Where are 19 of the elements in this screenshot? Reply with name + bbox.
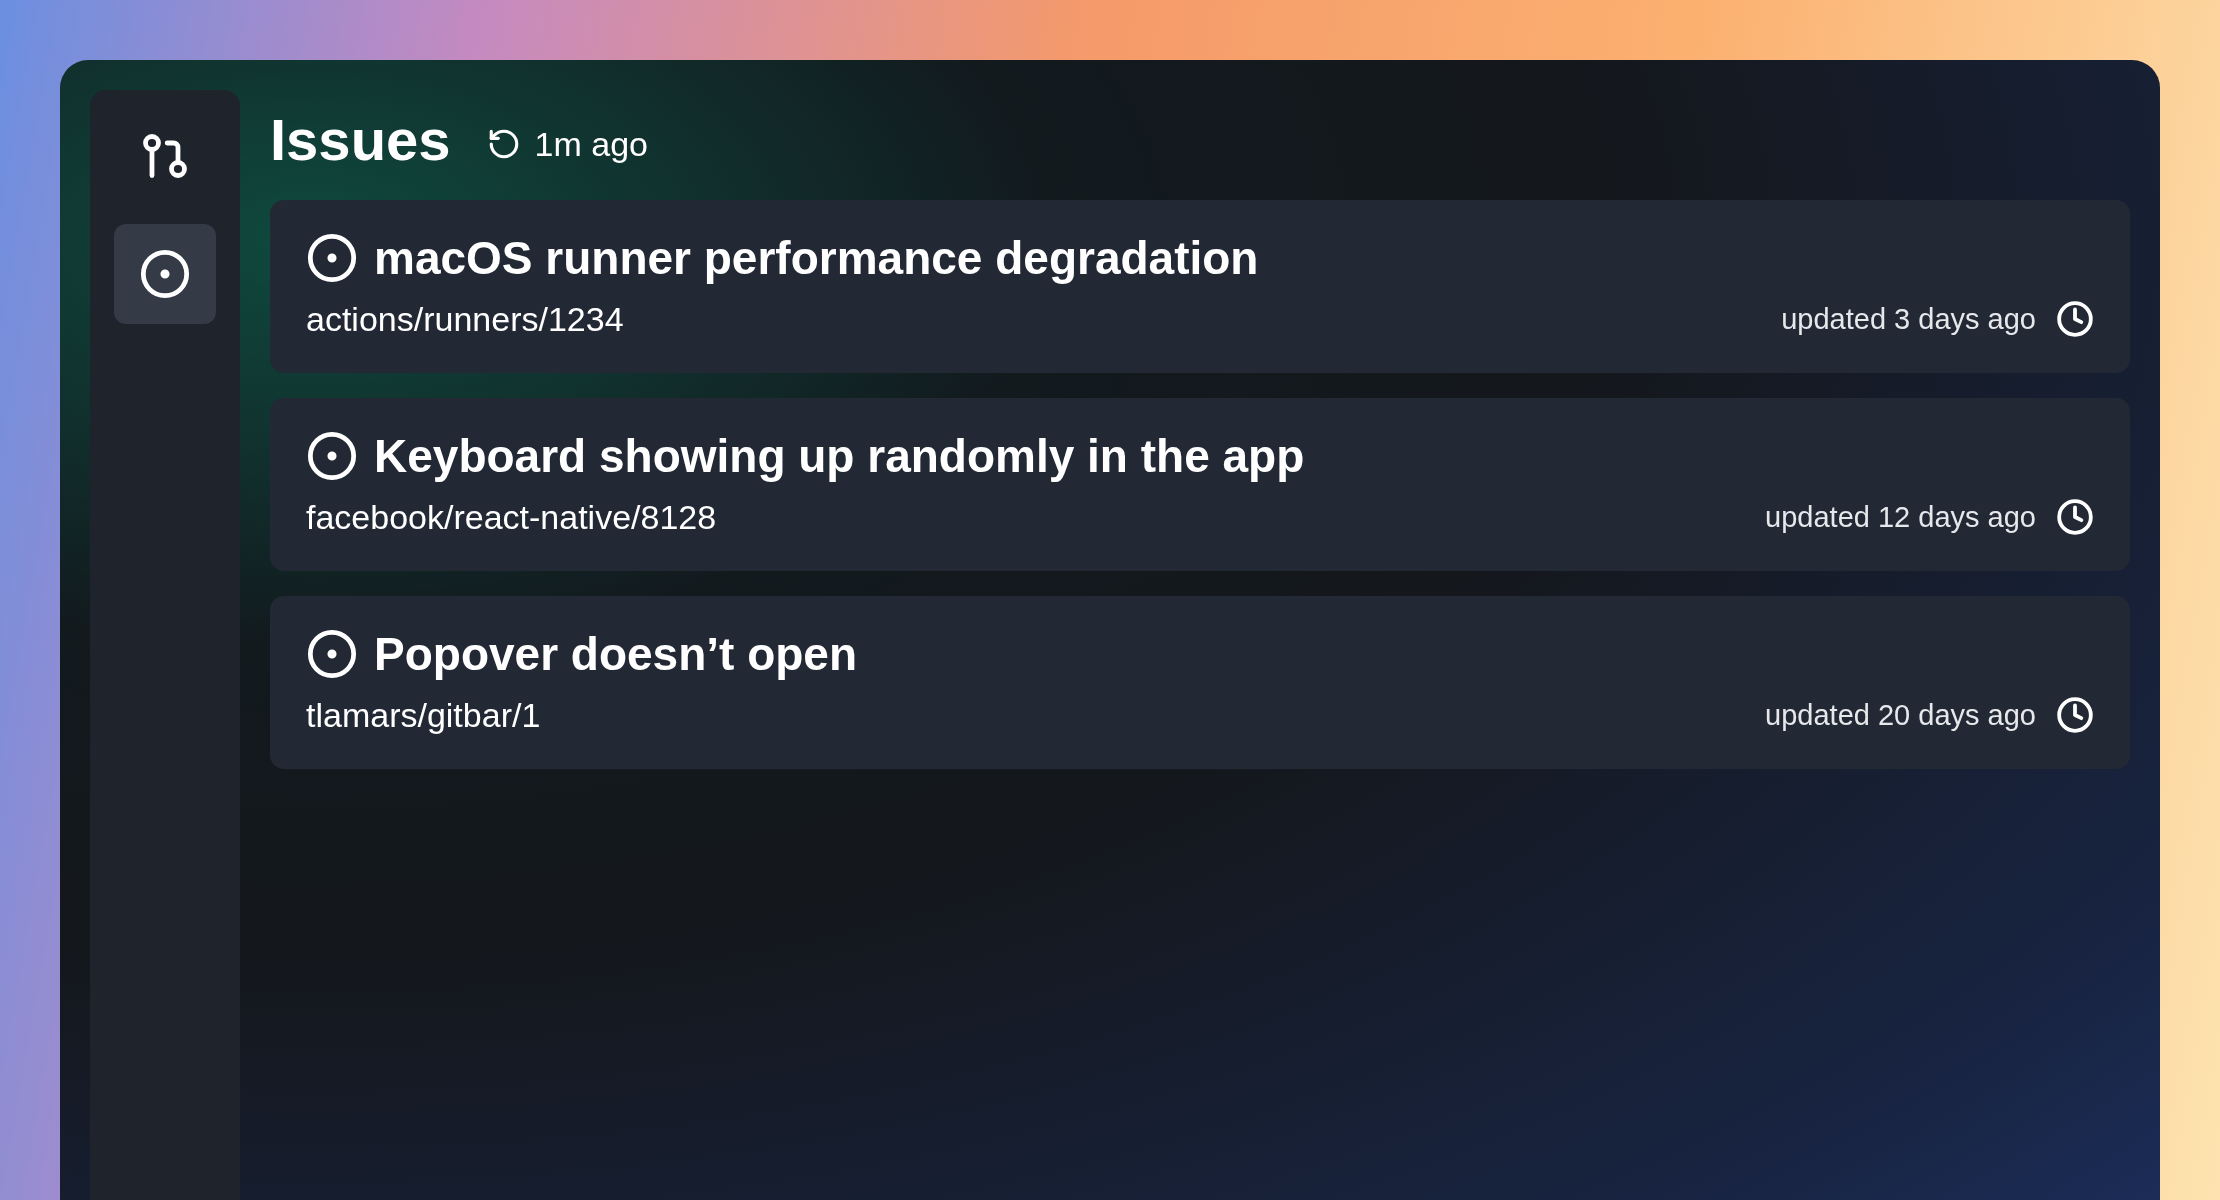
issue-open-icon	[306, 628, 358, 680]
updated-time: updated 3 days ago	[1781, 304, 2036, 334]
issue-repo: tlamars/gitbar/1	[306, 698, 541, 732]
issue-repo: actions/runners/1234	[306, 302, 624, 336]
updated-time: updated 12 days ago	[1765, 502, 2036, 532]
issue-open-icon	[306, 232, 358, 284]
refresh-time: 1m ago	[534, 127, 648, 161]
issue-card[interactable]: Popover doesn’t open tlamars/gitbar/1 updated 20 days ago	[270, 596, 2130, 769]
page-title: Issues	[270, 111, 451, 169]
clock-icon	[2056, 696, 2094, 734]
clock-icon	[2056, 300, 2094, 338]
issue-open-icon	[306, 430, 358, 482]
clock-icon	[2056, 498, 2094, 536]
issue-card[interactable]: macOS runner performance degradation actions/runners/1234 updated 3 days ago	[270, 200, 2130, 373]
circle-dot-icon	[139, 248, 191, 300]
updated-time: updated 20 days ago	[1765, 700, 2036, 730]
issue-card[interactable]: Keyboard showing up randomly in the app facebook/react-native/8128 updated 12 days ago	[270, 398, 2130, 571]
sidebar-tab[interactable]	[114, 224, 216, 324]
issue-repo: facebook/react-native/8128	[306, 500, 717, 534]
